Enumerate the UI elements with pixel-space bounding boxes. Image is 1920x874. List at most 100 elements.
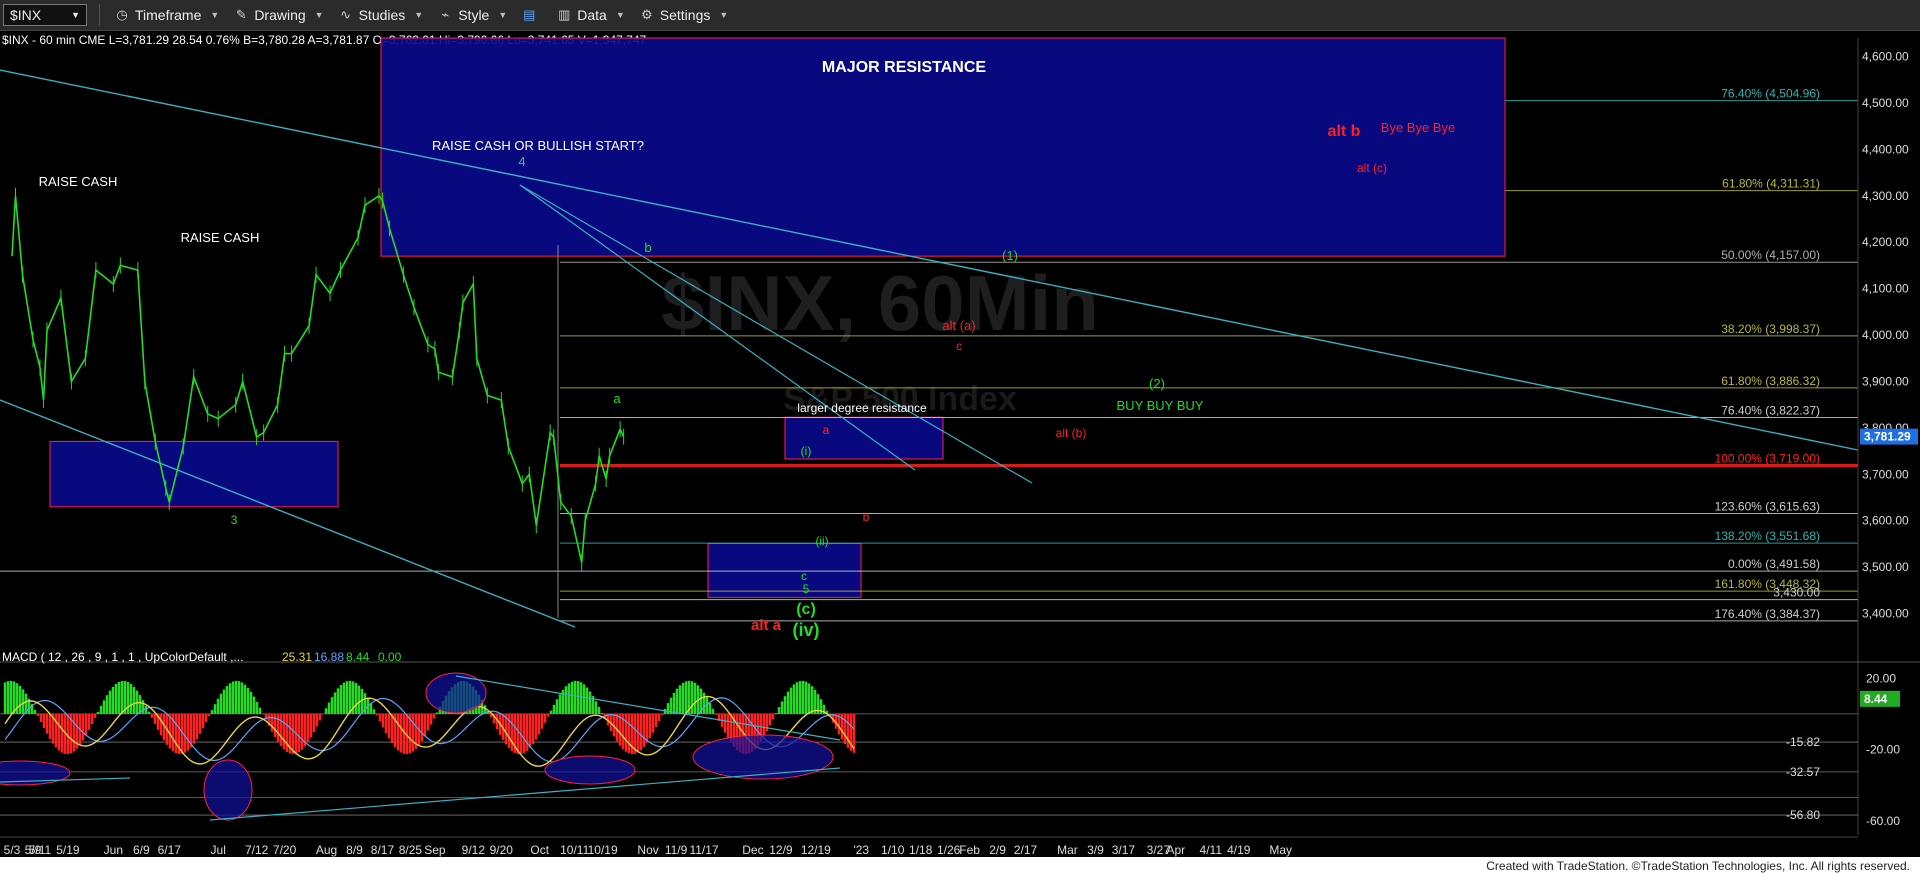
chevron-down-icon: ▼ [210,10,220,20]
date-axis-tick: 7/12 [245,843,269,857]
date-axis-tick: '23 [853,843,869,857]
style-menu[interactable]: ⌁ Style ▼ [437,7,507,23]
wave-annotation: (iv) [793,620,820,640]
watermark-symbol: $INX, 60Min [661,259,1099,347]
price-series-line [11,194,625,563]
wave-annotation: (i) [801,444,812,458]
date-axis-tick: 5/11 [29,843,52,857]
date-axis-tick: 8/9 [346,843,363,857]
last-price-marker [1860,428,1918,445]
wave-annotation: RAISE CASH OR BULLISH START? [432,138,644,153]
symbol-selector[interactable]: $INX ▼ [3,4,87,26]
support-box-june [49,440,339,508]
fib-level-label: 138.20% (3,551.68) [1715,529,1820,543]
price-axis-tick: 3,600.00 [1862,514,1909,528]
fib-level-label: 161.80% (3,448.32) [1715,577,1820,591]
macd-legend-value: 0.00 [378,650,402,664]
date-axis-tick: 3/9 [1087,843,1104,857]
wave-annotation: RAISE CASH [39,174,118,189]
wave-annotation: alt (c) [1357,161,1387,175]
date-axis-tick: 5/19 [56,843,80,857]
date-axis-tick: Jun [104,843,123,857]
date-axis-tick: 12/9 [769,843,793,857]
date-axis-tick: 11/9 [665,843,688,857]
macd-axis-tick: 20.00 [1866,671,1896,685]
date-axis-tick: 5/3 [4,843,21,857]
price-axis-tick: 3,700.00 [1862,467,1909,481]
fib-level-label: 38.20% (3,998.37) [1721,322,1820,336]
wave-annotation: Bye Bye Bye [1381,120,1455,135]
wave-annotation: b [644,240,651,255]
wave-annotation: BUY BUY BUY [1117,398,1204,413]
timeframe-menu[interactable]: ◷ Timeframe ▼ [114,7,219,23]
layout-icon: ▤ [523,7,536,22]
price-axis-tick: 4,500.00 [1862,96,1909,110]
price-chart: $INX, 60Min S&P 500 Index 76.40% (4,504.96… [0,37,1920,857]
macd-current-marker [1860,690,1900,707]
date-axis-tick: 3/27 [1147,843,1171,857]
macd-axis-tick: 8.44 [1864,692,1888,706]
date-axis-tick: 8/25 [399,843,423,857]
macd-legend-value: 25.31 [282,650,312,664]
symbol-info-bar: $INX - 60 min CME L=3,781.29 28.54 0.76%… [2,33,647,47]
date-axis-tick: 2/9 [989,843,1006,857]
wave-annotation: MAJOR RESISTANCE [822,59,986,76]
settings-menu[interactable]: ⚙ Settings ▼ [639,7,729,23]
date-axis-tick: 11/17 [689,843,718,857]
price-axis-tick: 4,000.00 [1862,328,1909,342]
wave-annotation: (2) [1149,376,1165,391]
date-axis-tick: Mar [1057,843,1078,857]
layout-button[interactable]: ▤ [521,7,542,23]
style-label: Style [458,7,490,23]
date-axis-tick: 6/9 [133,843,150,857]
wave-annotation: RAISE CASH [181,230,260,245]
macd-divergence-ellipse [0,760,71,786]
macd-axis-tick: -56.80 [1786,808,1820,822]
price-axis-tick: 4,400.00 [1862,142,1909,156]
fib-level-label: 0.00% (3,491.58) [1728,557,1820,571]
date-axis-tick: 7/20 [273,843,297,857]
fib-level-label: 76.40% (4,504.96) [1721,87,1820,101]
studies-icon: ∿ [340,7,352,22]
date-axis-tick: Oct [530,843,549,857]
fib-level-label: 123.60% (3,615.63) [1715,499,1820,513]
timeframe-label: Timeframe [135,7,202,23]
date-axis-tick: Jul [211,843,226,857]
drawing-menu[interactable]: ✎ Drawing ▼ [233,7,324,23]
studies-menu[interactable]: ∿ Studies ▼ [338,7,423,23]
date-axis-tick: 2/17 [1014,843,1038,857]
macd-legend-value: 16.88 [314,650,344,664]
style-icon: ⌁ [441,7,450,22]
date-axis-tick: Nov [637,843,658,857]
fib-level-label: 100.00% (3,719.00) [1715,452,1820,466]
price-axis-tick: 4,100.00 [1862,282,1909,296]
date-axis-tick: 3/17 [1112,843,1136,857]
chevron-down-icon: ▼ [719,10,729,20]
chevron-down-icon: ▼ [314,10,324,20]
major-resistance-box [380,37,1506,257]
macd-line [4,695,855,767]
macd-title: MACD ( 12 , 26 , 9 , 1 , 1 , UpColorDefa… [2,650,243,664]
date-axis-tick: 1/10 [881,843,905,857]
fib-level-label: 61.80% (3,886.32) [1721,374,1820,388]
wave-annotation: alt (a) [942,318,975,333]
symbol-label: $INX [10,7,42,23]
watermark-index-name: S&P 500 Index [783,380,1017,418]
support-box-october [707,542,862,598]
macd-axis-tick: -20.00 [1866,743,1900,757]
pencil-icon: ✎ [235,7,247,22]
wave-annotation: 4 [518,154,525,169]
macd-legend-value: 8.44 [346,650,370,664]
price-axis-tick: 4,200.00 [1862,235,1909,249]
trendline-upper [0,69,1859,451]
wave-annotation: c [801,569,807,583]
copyright-footer: Created with TradeStation. ©TradeStation… [1482,858,1914,874]
macd-divergence-ellipse [203,759,253,821]
data-menu[interactable]: ▥ Data ▼ [556,7,625,23]
fib-level-label: 50.00% (4,157.00) [1721,248,1820,262]
chevron-down-icon: ▼ [615,10,625,20]
macd-divergence-ellipse [425,672,487,714]
macd-trendline-upper [455,675,841,741]
wave-annotation: (ii) [815,534,828,548]
macd-divergence-ellipse [544,755,636,785]
